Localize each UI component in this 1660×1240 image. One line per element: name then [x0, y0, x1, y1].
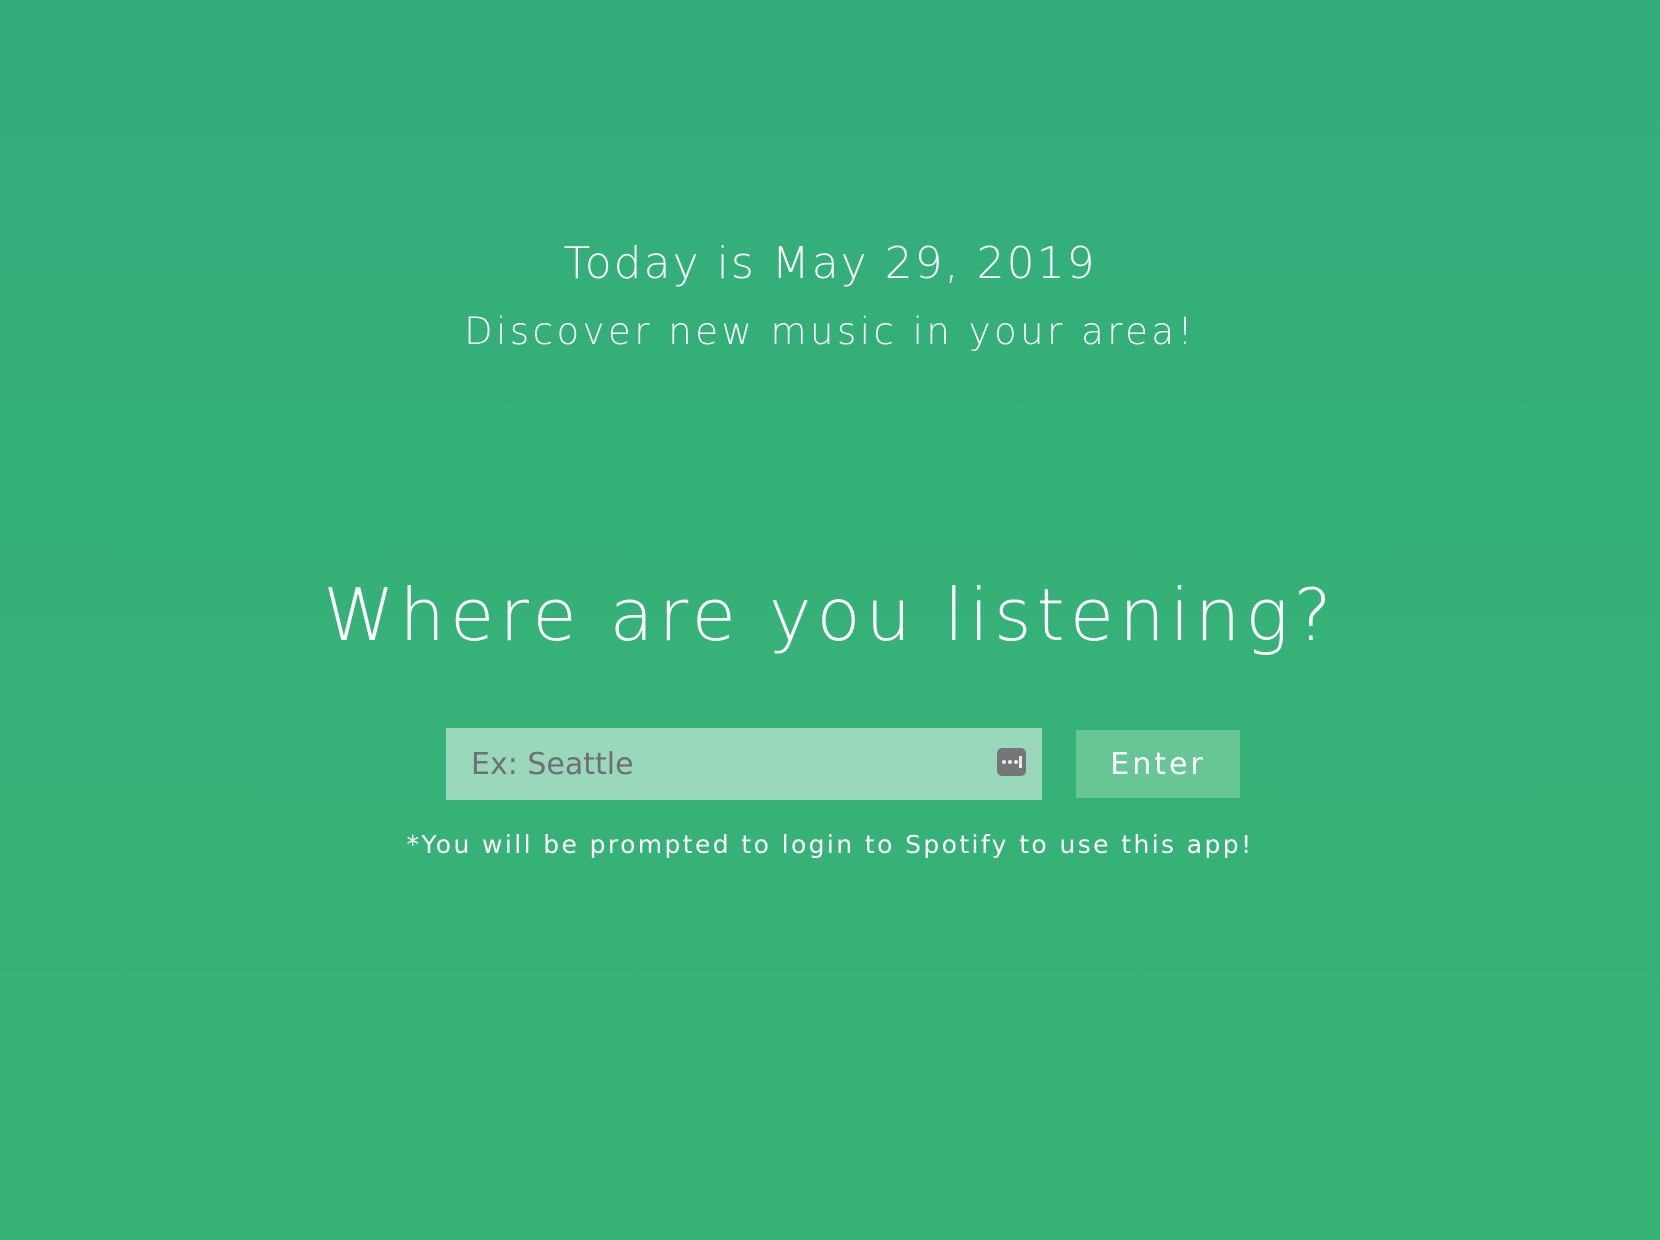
location-input-wrapper — [446, 728, 1042, 800]
location-form: Enter — [446, 728, 1240, 800]
tagline: Discover new music in your area! — [464, 310, 1196, 353]
location-input[interactable] — [446, 728, 1042, 800]
date-heading: Today is May 29, 2019 — [563, 238, 1097, 289]
login-note: *You will be prompted to login to Spotif… — [406, 830, 1254, 859]
landing-page: Today is May 29, 2019 Discover new music… — [0, 0, 1660, 1240]
enter-button[interactable]: Enter — [1076, 730, 1240, 798]
password-manager-icon[interactable] — [997, 748, 1026, 776]
location-question: Where are you listening? — [323, 573, 1337, 657]
